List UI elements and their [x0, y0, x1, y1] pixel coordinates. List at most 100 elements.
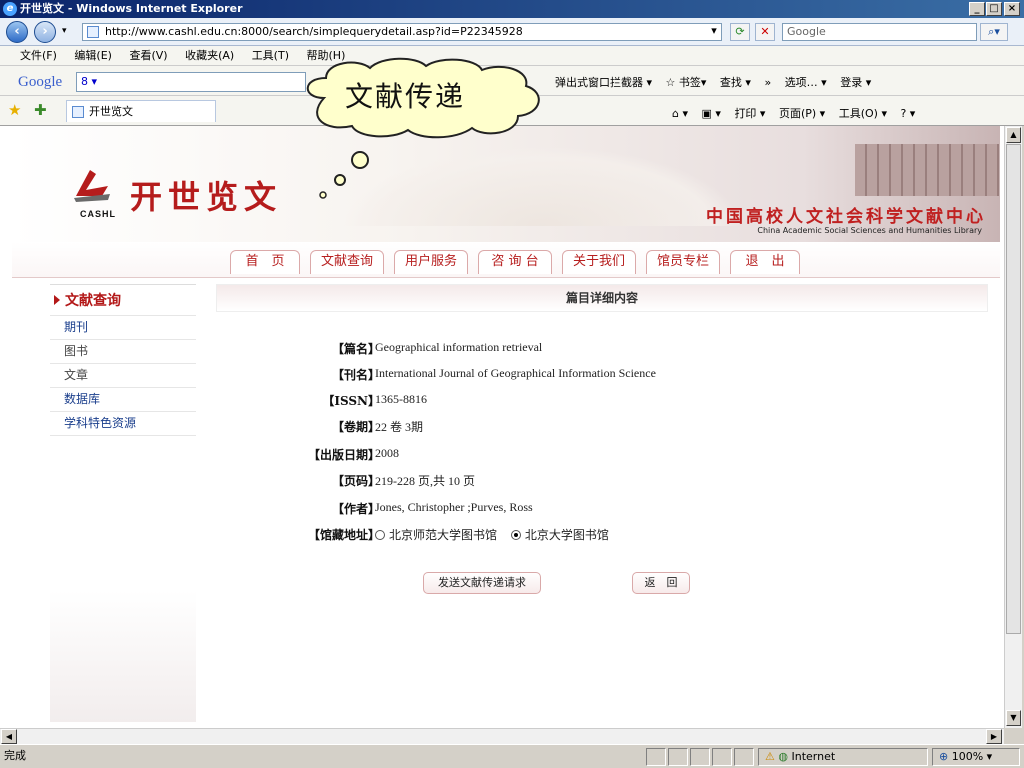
- scroll-right-icon[interactable]: ▶: [986, 729, 1002, 744]
- field-issn: 【ISSN】 1365-8816: [280, 392, 880, 412]
- field-value: International Journal of Geographical In…: [375, 366, 656, 380]
- menu-file[interactable]: 文件(F): [20, 49, 57, 62]
- logo-cashl-text: CASHL: [80, 209, 116, 219]
- security-warning-icon: ⚠: [765, 750, 775, 763]
- field-pub-date: 【出版日期】 2008: [280, 446, 880, 466]
- sidebar-item-journals[interactable]: 期刊: [50, 316, 196, 340]
- close-window-button[interactable]: ×: [1004, 2, 1020, 16]
- browser-tab[interactable]: 开世览文: [66, 100, 216, 122]
- triangle-right-icon: [54, 295, 60, 305]
- radio-bnu[interactable]: [375, 529, 385, 540]
- sidebar-item-articles[interactable]: 文章: [50, 364, 196, 388]
- holding-name: 北京师范大学图书馆: [389, 528, 498, 542]
- site-banner: CASHL 开世览文 中国高校人文社会科学文献中心 China Academic…: [12, 126, 1000, 242]
- home-button[interactable]: ⌂ ▾: [672, 107, 688, 120]
- zone-cell[interactable]: ⚠ ◍ Internet: [758, 748, 928, 766]
- radio-pku[interactable]: [510, 529, 521, 540]
- menu-edit[interactable]: 编辑(E): [74, 49, 112, 62]
- scroll-left-icon[interactable]: ◀: [1, 729, 17, 744]
- page-icon: [87, 26, 99, 38]
- nav-consult[interactable]: 咨 询 台: [478, 250, 552, 274]
- sidebar: 文献查询 期刊 图书 文章 数据库 学科特色资源: [50, 284, 196, 722]
- nav-about[interactable]: 关于我们: [562, 250, 636, 274]
- field-value: 2008: [375, 446, 399, 460]
- holding-option-bnu[interactable]: 北京师范大学图书馆: [375, 528, 497, 542]
- status-text: 完成: [4, 749, 26, 762]
- nav-logout[interactable]: 退 出: [730, 250, 800, 274]
- sidebar-heading[interactable]: 文献查询: [50, 284, 196, 316]
- send-delivery-request-button[interactable]: 发送文献传递请求: [423, 572, 541, 594]
- status-bar: 完成 ⚠ ◍ Internet ⊕ 100% ▾: [0, 744, 1024, 768]
- scroll-down-icon[interactable]: ▼: [1006, 710, 1021, 726]
- zoom-cell[interactable]: ⊕ 100% ▾: [932, 748, 1020, 766]
- scroll-thumb[interactable]: [1006, 144, 1021, 634]
- holdings-options: 北京师范大学图书馆 北京大学图书馆: [375, 526, 609, 543]
- field-holdings: 【馆藏地址】 北京师范大学图书馆 北京大学图书馆: [280, 526, 880, 546]
- holding-option-pku[interactable]: 北京大学图书馆: [510, 528, 609, 542]
- bookmarks-button[interactable]: ☆ 书签▾: [666, 76, 707, 89]
- back-button[interactable]: ‹: [6, 21, 28, 43]
- minimize-button[interactable]: _: [969, 2, 985, 16]
- search-input[interactable]: Google: [782, 23, 977, 41]
- status-cell: [690, 748, 710, 766]
- options-button[interactable]: 选项… ▾: [785, 76, 827, 89]
- nav-librarian[interactable]: 馆员专栏: [646, 250, 720, 274]
- maximize-button[interactable]: □: [986, 2, 1002, 16]
- menu-view[interactable]: 查看(V): [129, 49, 167, 62]
- window-title: 开世览文 - Windows Internet Explorer: [20, 2, 243, 15]
- add-favorites-icon[interactable]: ✚: [34, 101, 47, 119]
- landscape-background: [342, 146, 742, 226]
- field-value: 1365-8816: [375, 392, 427, 406]
- sidebar-item-subject-resources[interactable]: 学科特色资源: [50, 412, 196, 436]
- field-label: 【ISSN】: [322, 394, 380, 408]
- site-logo-text: 开世览文: [130, 178, 283, 216]
- field-label: 【卷期】: [331, 420, 380, 434]
- sidebar-item-books[interactable]: 图书: [50, 340, 196, 364]
- find-button[interactable]: 查找 ▾: [720, 76, 751, 89]
- zoom-icon: ⊕: [939, 750, 949, 763]
- tab-page-icon: [72, 106, 84, 118]
- stop-icon[interactable]: ✕: [755, 23, 775, 41]
- address-input[interactable]: http://www.cashl.edu.cn:8000/search/simp…: [82, 23, 722, 41]
- forward-button[interactable]: ›: [34, 21, 56, 43]
- bookshelf-image: [855, 144, 999, 196]
- history-dropdown-icon[interactable]: ▾: [62, 26, 67, 36]
- menu-tools[interactable]: 工具(T): [252, 49, 289, 62]
- field-label: 【刊名】: [331, 368, 380, 382]
- sidebar-heading-label: 文献查询: [65, 293, 121, 309]
- more-button[interactable]: »: [764, 76, 771, 89]
- field-label: 【出版日期】: [307, 448, 380, 462]
- nav-home[interactable]: 首 页: [230, 250, 300, 274]
- print-button[interactable]: 打印 ▾: [734, 107, 765, 120]
- refresh-icon[interactable]: ⟳: [730, 23, 750, 41]
- field-label: 【页码】: [331, 474, 380, 488]
- signin-button[interactable]: 登录 ▾: [840, 76, 871, 89]
- search-icon[interactable]: ⌕▾: [980, 23, 1008, 41]
- field-authors: 【作者】 Jones, Christopher ;Purves, Ross: [280, 500, 880, 520]
- page-menu-button[interactable]: 页面(P) ▾: [779, 107, 825, 120]
- field-label: 【馆藏地址】: [307, 528, 380, 542]
- vertical-scrollbar[interactable]: ▲ ▼: [1004, 126, 1022, 728]
- nav-user-services[interactable]: 用户服务: [394, 250, 468, 274]
- horizontal-scrollbar[interactable]: ◀ ▶: [0, 728, 1004, 744]
- nav-search[interactable]: 文献查询: [310, 250, 384, 274]
- favorites-star-icon[interactable]: ★: [8, 101, 21, 119]
- field-pages: 【页码】 219-228 页,共 10 页: [280, 472, 880, 492]
- browser-window: e 开世览文 - Windows Internet Explorer _ □ ×…: [0, 0, 1024, 768]
- scroll-up-icon[interactable]: ▲: [1006, 127, 1021, 143]
- sidebar-item-databases[interactable]: 数据库: [50, 388, 196, 412]
- popup-blocker-button[interactable]: 弹出式窗口拦截器 ▾: [555, 76, 652, 89]
- field-volume-issue: 【卷期】 22 卷 3期: [280, 418, 880, 438]
- org-name-en: China Academic Social Sciences and Human…: [757, 226, 982, 235]
- address-dropdown-icon[interactable]: ▾: [706, 23, 722, 41]
- tools-menu-button[interactable]: 工具(O) ▾: [839, 107, 887, 120]
- help-menu-button[interactable]: ? ▾: [900, 107, 915, 120]
- feeds-button[interactable]: ▣ ▾: [702, 107, 721, 120]
- google-search-input[interactable]: 8 ▾: [76, 72, 306, 92]
- cashl-logo-icon: [74, 170, 110, 202]
- menu-favorites[interactable]: 收藏夹(A): [185, 49, 234, 62]
- callout-text: 文献传递: [345, 80, 466, 113]
- return-button[interactable]: 返 回: [632, 572, 690, 594]
- ie-logo-icon: e: [3, 2, 17, 16]
- status-cell: [734, 748, 754, 766]
